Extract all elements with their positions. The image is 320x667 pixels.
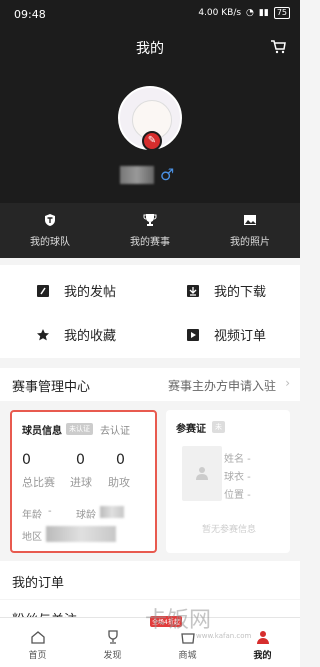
play-age-label: 球龄 — [76, 510, 96, 521]
play-age-blurred — [100, 506, 124, 518]
tab-label: 我的 — [253, 651, 272, 661]
profile-icon — [256, 631, 269, 644]
pass-field: 姓名 - — [224, 454, 251, 465]
status-time: 09:48 — [14, 8, 46, 21]
my-orders-row[interactable]: 我的订单 — [0, 561, 300, 599]
tab-home[interactable]: 首页 — [0, 618, 75, 667]
username-blurred — [120, 166, 154, 184]
menu-my-posts[interactable]: 我的发帖 — [36, 281, 116, 300]
status-badge: 未认证 — [66, 423, 93, 435]
tab-label: 发现 — [103, 651, 122, 661]
player-info-card[interactable]: 球员信息 未认证 去认证 0 0 0 总比赛 进球 助攻 年龄 - 球龄 地区 — [10, 410, 157, 553]
quick-links: 我的球队 我的赛事 我的照片 — [0, 203, 300, 258]
video-order-icon — [187, 328, 199, 341]
edit-avatar-icon[interactable]: ✎ — [142, 131, 162, 151]
trophy-nav-icon — [107, 630, 118, 644]
home-icon — [30, 631, 45, 644]
stat-label: 进球 — [70, 476, 92, 489]
status-bar: 09:48 4.00 KB/s ◔ ▮▮ 75 — [0, 0, 300, 28]
region-label: 地区 — [22, 532, 42, 543]
menu-my-favorites[interactable]: 我的收藏 — [36, 325, 116, 344]
chevron-right-icon: › — [285, 376, 290, 390]
management-label: 赛事管理中心 — [12, 380, 91, 395]
stat-value: 0 — [116, 452, 125, 468]
page-title: 我的 — [136, 41, 164, 57]
age-label: 年龄 — [22, 510, 42, 521]
tab-discover[interactable]: 发现 — [75, 618, 150, 667]
status-badge: 未 — [212, 421, 225, 433]
event-management-row[interactable]: 赛事管理中心 赛事主办方申请入驻 › — [0, 368, 300, 401]
quick-label: 我的照片 — [230, 237, 270, 248]
pass-field: 球衣 - — [224, 472, 251, 483]
tab-label: 商城 — [178, 651, 197, 661]
player-info-title: 球员信息 — [22, 426, 62, 437]
menu-label: 我的发帖 — [64, 285, 117, 300]
no-entry-info-text: 暂无参赛信息 — [201, 525, 256, 535]
signal-icon: ▮▮ — [258, 8, 269, 18]
stat-label: 助攻 — [108, 476, 130, 489]
fans-follow-label: 粉丝与关注 — [12, 609, 77, 617]
age-value: - — [48, 506, 52, 517]
verify-link[interactable]: 去认证 — [100, 422, 130, 437]
quick-my-photos[interactable]: 我的照片 — [200, 203, 300, 258]
menu-label: 视频订单 — [214, 329, 267, 344]
quick-my-team[interactable]: 我的球队 — [0, 203, 100, 258]
male-gender-icon: ♂ — [160, 165, 175, 184]
stat-value: 0 — [22, 452, 31, 468]
quick-my-events[interactable]: 我的赛事 — [100, 203, 200, 258]
star-icon — [37, 328, 49, 340]
menu-video-orders[interactable]: 视频订单 — [186, 325, 266, 344]
entry-pass-title: 参赛证 — [176, 424, 206, 435]
stat-label: 总比赛 — [22, 476, 55, 489]
pass-field: 位置 - — [224, 490, 251, 501]
status-indicators: 4.00 KB/s ◔ ▮▮ 75 — [198, 7, 290, 19]
pass-photo-placeholder — [182, 446, 222, 501]
stat-value: 0 — [76, 452, 85, 468]
menu-my-downloads[interactable]: 我的下载 — [186, 281, 266, 300]
download-icon — [187, 284, 199, 297]
entry-pass-card[interactable]: 参赛证 未 姓名 - 球衣 - 位置 - 暂无参赛信息 — [166, 410, 290, 553]
wifi-icon: ◔ — [246, 8, 254, 18]
pencil-icon — [37, 284, 49, 297]
trophy-icon — [143, 214, 157, 226]
shield-t-icon — [45, 214, 55, 226]
watermark-logo: 卡饭网 — [145, 608, 212, 633]
quick-label: 我的赛事 — [130, 237, 170, 248]
photo-icon — [244, 215, 256, 225]
my-orders-label: 我的订单 — [12, 576, 65, 591]
menu-label: 我的下载 — [214, 285, 267, 300]
network-speed: 4.00 KB/s — [198, 8, 242, 18]
tab-label: 首页 — [28, 651, 47, 661]
menu-grid: 我的发帖 我的下载 我的收藏 视频订单 — [0, 265, 300, 358]
watermark-url: www.kafan.com — [196, 632, 252, 640]
menu-label: 我的收藏 — [64, 329, 117, 344]
person-icon — [196, 467, 208, 480]
quick-label: 我的球队 — [30, 237, 70, 248]
region-blurred — [46, 526, 116, 542]
tab-profile[interactable]: 我的 — [225, 618, 300, 667]
cart-icon[interactable] — [270, 40, 286, 54]
organizer-apply-link[interactable]: 赛事主办方申请入驻 — [168, 377, 276, 394]
battery-icon: 75 — [273, 7, 290, 19]
